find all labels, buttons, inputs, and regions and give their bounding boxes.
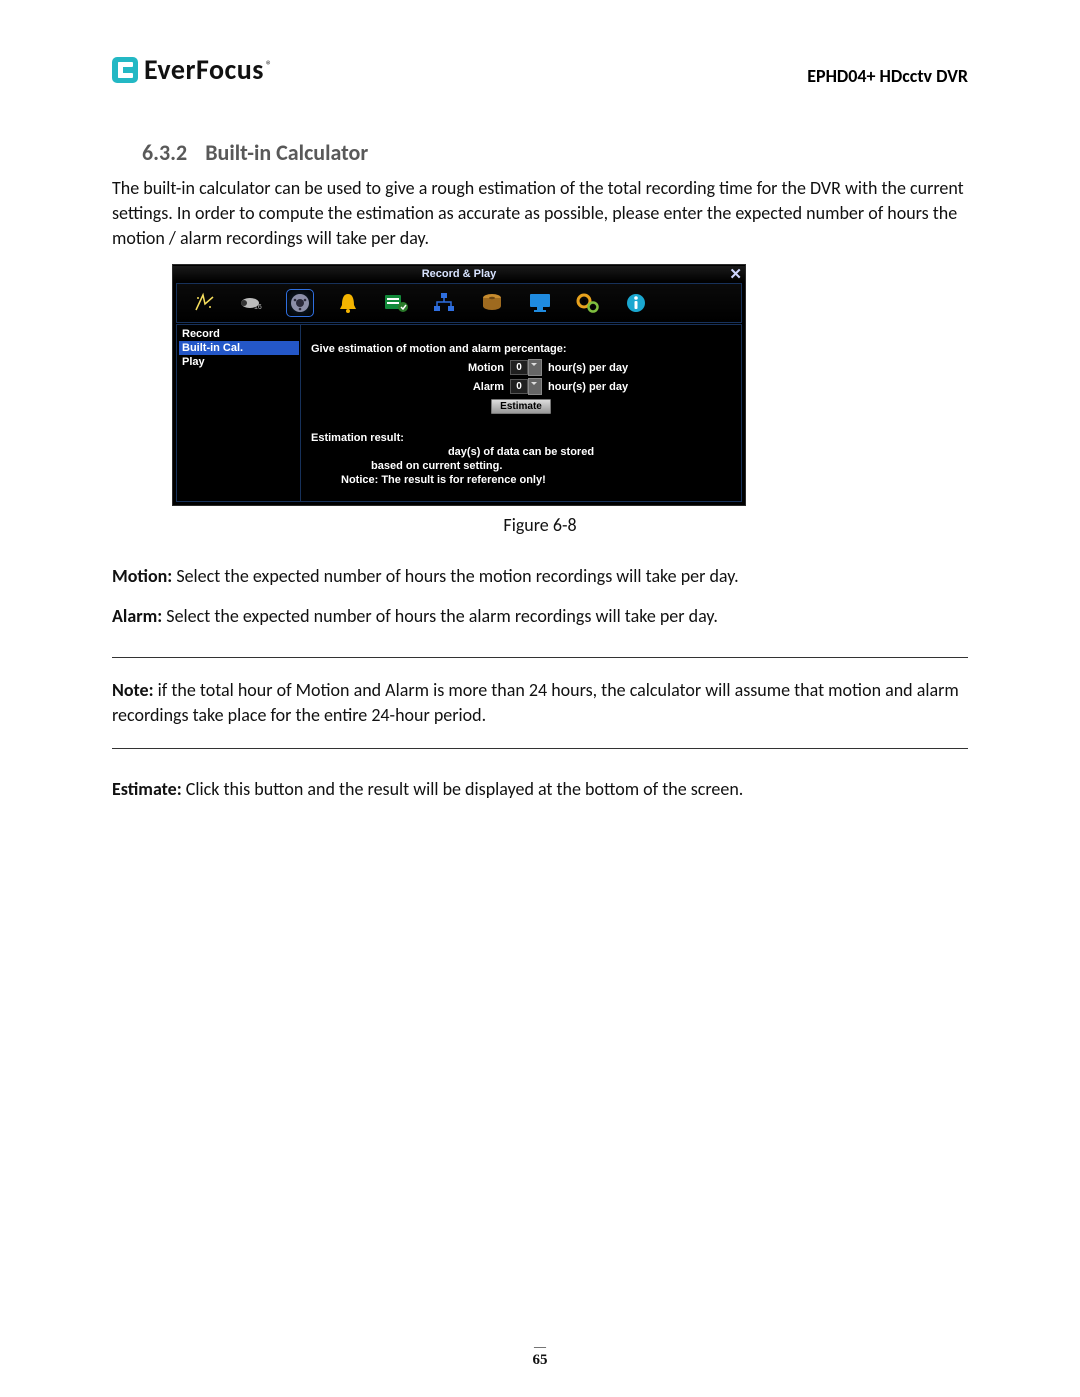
alarm-icon[interactable] <box>335 290 361 316</box>
result-notice: Notice: The result is for reference only… <box>311 474 731 486</box>
sidebar-item-play[interactable]: Play <box>179 355 299 369</box>
express-icon[interactable] <box>191 290 217 316</box>
note-box: Note: if the total hour of Motion and Al… <box>112 676 968 730</box>
record-play-icon[interactable] <box>287 290 313 316</box>
network-icon[interactable] <box>431 290 457 316</box>
brand-logo: EverFocus® <box>112 52 273 87</box>
divider-bottom <box>112 748 968 749</box>
alarm-unit: hour(s) per day <box>548 381 668 393</box>
page-number: — 65 <box>0 1340 1080 1369</box>
motion-value: 0 <box>510 360 528 375</box>
section-number: 6.3.2 <box>142 139 187 166</box>
camera-icon[interactable]: 16 <box>239 290 265 316</box>
page-header: EverFocus® EPHD04+ HDcctv DVR <box>112 52 968 87</box>
definition-estimate: Estimate: Click this button and the resu… <box>112 777 968 802</box>
alarm-stepper[interactable]: 0 <box>510 378 542 395</box>
section-heading: 6.3.2 Built-in Calculator <box>142 139 968 166</box>
close-icon[interactable]: ✕ <box>729 265 742 283</box>
result-line-2: based on current setting. <box>311 460 731 472</box>
estimate-button[interactable]: Estimate <box>491 399 551 414</box>
display-icon[interactable] <box>527 290 553 316</box>
definition-alarm: Alarm: Select the expected number of hou… <box>112 604 968 629</box>
system-icon[interactable] <box>575 290 601 316</box>
motion-stepper[interactable]: 0 <box>510 359 542 376</box>
alarm-stepper-button[interactable] <box>528 378 542 395</box>
schedule-icon[interactable] <box>383 290 409 316</box>
sidebar: Record Built-in Cal. Play <box>176 324 302 502</box>
motion-unit: hour(s) per day <box>548 362 668 374</box>
figure-caption: Figure 6-8 <box>112 514 968 536</box>
info-icon[interactable] <box>623 290 649 316</box>
product-name: EPHD04+ HDcctv DVR <box>807 65 968 87</box>
alarm-value: 0 <box>510 379 528 394</box>
everfocus-logo-icon <box>112 57 138 83</box>
definition-motion: Motion: Select the expected number of ho… <box>112 564 968 589</box>
intro-paragraph: The built-in calculator can be used to g… <box>112 176 968 250</box>
result-line-1: day(s) of data can be stored <box>311 446 731 458</box>
sidebar-item-builtin-cal[interactable]: Built-in Cal. <box>179 341 299 355</box>
disk-icon[interactable] <box>479 290 505 316</box>
main-panel: Give estimation of motion and alarm perc… <box>300 324 742 502</box>
divider-top <box>112 657 968 658</box>
section-title: Built-in Calculator <box>205 139 368 166</box>
brand-name: EverFocus® <box>144 52 273 87</box>
window-title: Record & Play <box>173 266 745 282</box>
motion-label: Motion <box>374 362 504 374</box>
motion-stepper-button[interactable] <box>528 359 542 376</box>
tab-bar: 16 <box>176 283 742 323</box>
alarm-label: Alarm <box>374 381 504 393</box>
screenshot-record-play: Record & Play ✕ 16 <box>172 264 746 506</box>
sidebar-item-record[interactable]: Record <box>179 327 299 341</box>
panel-heading: Give estimation of motion and alarm perc… <box>311 343 731 355</box>
result-heading: Estimation result: <box>311 432 731 444</box>
svg-text:16: 16 <box>254 304 262 311</box>
